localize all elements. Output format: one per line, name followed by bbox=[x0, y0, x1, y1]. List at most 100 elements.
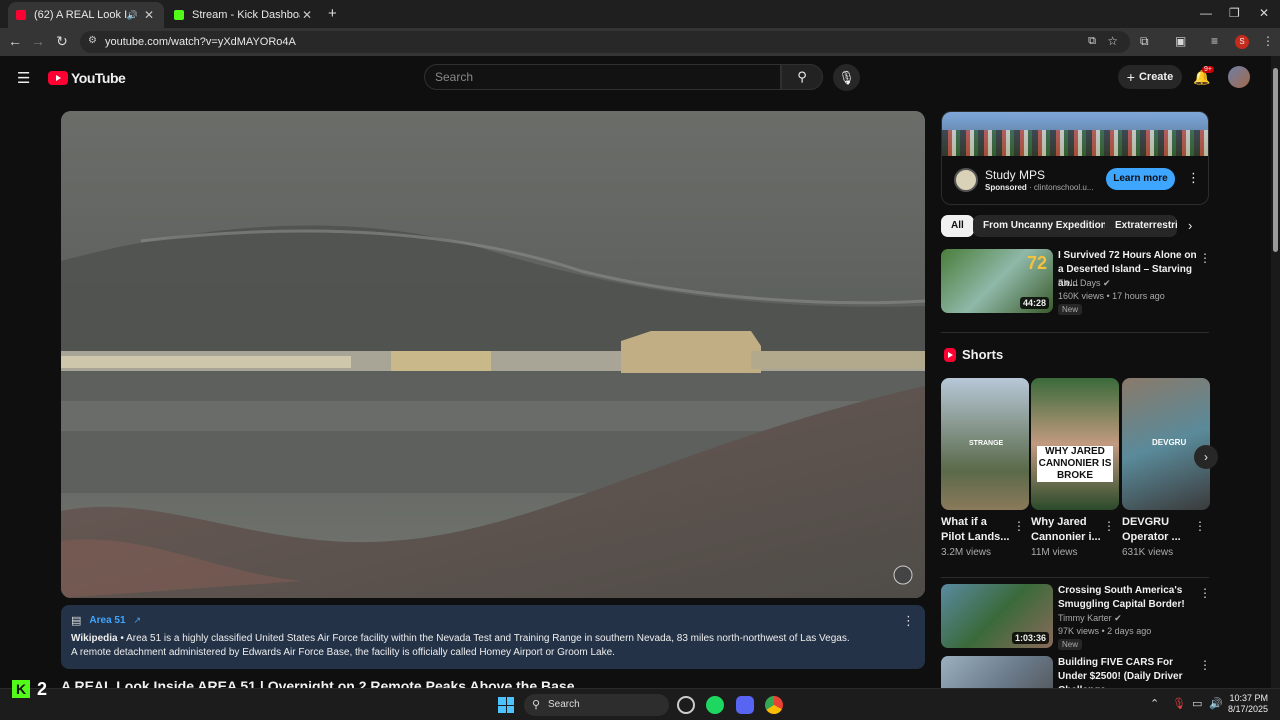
tab-title: Stream - Kick Dashboard bbox=[192, 9, 300, 21]
tab-kick[interactable]: Stream - Kick Dashboard ✕ bbox=[166, 2, 322, 28]
video-thumbnail bbox=[941, 656, 1053, 688]
more-icon[interactable]: ⋮ bbox=[1199, 586, 1211, 600]
divider bbox=[941, 332, 1209, 333]
hamburger-menu-icon[interactable]: ☰ bbox=[17, 69, 30, 87]
chevron-up-icon[interactable]: ⌃ bbox=[1150, 697, 1159, 710]
address-bar[interactable]: ⚙ youtube.com/watch?v=yXdMAYORo4A ⧉ ☆ bbox=[80, 31, 1130, 53]
list-item[interactable]: 72 44:28 I Survived 72 Hours Alone on a … bbox=[941, 249, 1211, 315]
kick-viewer-count: 2 bbox=[37, 679, 48, 699]
short-thumbnail[interactable]: STRANGE bbox=[941, 378, 1029, 510]
wiki-text-line1: • Area 51 is a highly classified United … bbox=[117, 633, 850, 644]
wiki-source: Wikipedia bbox=[71, 633, 118, 644]
create-button[interactable]: + Create bbox=[1118, 65, 1182, 89]
youtube-logo-text: YouTube bbox=[71, 70, 126, 86]
minimize-icon[interactable]: — bbox=[1200, 6, 1212, 20]
youtube-favicon-icon bbox=[16, 10, 26, 20]
ad-logo-icon bbox=[954, 168, 978, 192]
short-views: 3.2M views bbox=[941, 547, 992, 558]
youtube-header: ☰ YouTube Search ⚲ 🎙 + Create 🔔 9+ bbox=[0, 56, 1270, 100]
short-thumbnail[interactable]: DEVGRU bbox=[1122, 378, 1210, 510]
wikipedia-info-panel: ▤ Area 51 ↗ Wikipedia • Area 51 is a hig… bbox=[61, 605, 925, 669]
windows-start-icon[interactable] bbox=[498, 697, 514, 713]
shorts-heading: Shorts bbox=[944, 347, 1003, 362]
video-player[interactable] bbox=[61, 111, 925, 598]
scrollbar-thumb[interactable] bbox=[1273, 68, 1278, 252]
more-icon[interactable]: ⋮ bbox=[1199, 658, 1209, 672]
network-icon[interactable]: ▭ bbox=[1192, 697, 1202, 710]
media-control-icon[interactable]: ≡ bbox=[1211, 34, 1218, 48]
search-input[interactable]: Search bbox=[424, 64, 781, 90]
clock[interactable]: 10:37 PM 8/17/2025 bbox=[1226, 693, 1268, 715]
app-icon[interactable] bbox=[677, 696, 695, 714]
article-icon: ▤ bbox=[71, 614, 82, 627]
wiki-more-icon[interactable]: ⋮ bbox=[902, 613, 915, 629]
site-info-icon[interactable]: ⚙ bbox=[88, 35, 97, 46]
chevron-right-icon[interactable]: › bbox=[1188, 218, 1192, 233]
more-icon[interactable]: ⋮ bbox=[1194, 519, 1206, 533]
discord-icon[interactable] bbox=[736, 696, 754, 714]
volume-icon[interactable]: 🔊 bbox=[1209, 697, 1223, 710]
video-title: Building FIVE CARS For Under $2500! (Dai… bbox=[1058, 657, 1183, 688]
short-title: What if a Pilot Lands... bbox=[941, 516, 1010, 543]
wiki-link[interactable]: Area 51 bbox=[89, 615, 125, 626]
tab-title: (62) A REAL Look Inside AREA 51 bbox=[34, 9, 127, 21]
reload-icon[interactable]: ↻ bbox=[53, 33, 71, 50]
voice-search-button[interactable]: 🎙 bbox=[833, 64, 860, 91]
video-thumbnail: 72 44:28 bbox=[941, 249, 1053, 313]
short-title: DEVGRU Operator ... bbox=[1122, 516, 1181, 543]
duration-badge: 44:28 bbox=[1019, 297, 1049, 309]
forward-icon[interactable]: → bbox=[29, 33, 47, 49]
shorts-next-button[interactable]: › bbox=[1194, 445, 1218, 469]
back-icon[interactable]: ← bbox=[6, 33, 24, 49]
video-frame-area51 bbox=[61, 111, 925, 598]
youtube-logo[interactable]: YouTube bbox=[48, 70, 126, 86]
tab-youtube[interactable]: (62) A REAL Look Inside AREA 51 🔊 ✕ bbox=[8, 2, 164, 28]
list-item[interactable]: 1:03:36 Crossing South America's Smuggli… bbox=[941, 584, 1211, 650]
bookmark-star-icon[interactable]: ☆ bbox=[1107, 34, 1118, 48]
extensions-icon[interactable]: ⧉ bbox=[1140, 34, 1149, 49]
search-icon: ⚲ bbox=[532, 699, 541, 711]
taskbar-search[interactable]: ⚲ Search bbox=[524, 694, 669, 716]
ad-more-icon[interactable]: ⋮ bbox=[1187, 170, 1200, 186]
video-title: Crossing South America's Smuggling Capit… bbox=[1058, 585, 1185, 610]
chip-extraterrestrial[interactable]: Extraterrestrial bbox=[1105, 215, 1177, 237]
microphone-icon[interactable]: 🎙 bbox=[1172, 697, 1186, 710]
new-tab-button[interactable]: + bbox=[328, 5, 337, 22]
divider bbox=[941, 577, 1209, 578]
speaker-icon[interactable]: 🔊 bbox=[127, 10, 138, 21]
spotify-icon[interactable] bbox=[706, 696, 724, 714]
video-meta: 160K views • 17 hours ago bbox=[1058, 291, 1165, 301]
short-title: Why Jared Cannonier i... bbox=[1031, 516, 1101, 543]
sidebar-icon[interactable]: ▣ bbox=[1175, 34, 1186, 48]
account-avatar[interactable] bbox=[1228, 66, 1250, 88]
ad-domain: · clintonschool.u... bbox=[1026, 183, 1094, 192]
profile-avatar[interactable]: S bbox=[1235, 35, 1249, 49]
more-icon[interactable]: ⋮ bbox=[1103, 519, 1115, 533]
chip-all[interactable]: All bbox=[941, 215, 974, 237]
url-text: youtube.com/watch?v=yXdMAYORo4A bbox=[105, 36, 296, 48]
list-item[interactable]: Building FIVE CARS For Under $2500! (Dai… bbox=[941, 656, 1209, 688]
install-app-icon[interactable]: ⧉ bbox=[1088, 35, 1096, 48]
more-icon[interactable]: ⋮ bbox=[1013, 519, 1025, 533]
search-button[interactable]: ⚲ bbox=[781, 64, 823, 90]
chip-from-uncanny-expeditions[interactable]: From Uncanny Expeditions bbox=[973, 215, 1123, 237]
ad-banner-image bbox=[942, 112, 1208, 156]
duration-badge: 1:03:36 bbox=[1011, 632, 1049, 644]
close-tab-icon[interactable]: ✕ bbox=[300, 8, 314, 22]
chrome-icon[interactable] bbox=[765, 696, 783, 714]
new-badge: New bbox=[1058, 639, 1083, 650]
kick-logo-icon: K bbox=[12, 680, 30, 698]
close-tab-icon[interactable]: ✕ bbox=[142, 8, 156, 22]
more-icon[interactable]: ⋮ bbox=[1199, 251, 1211, 265]
short-thumbnail[interactable]: WHY JARED CANNONIER IS BROKE bbox=[1031, 378, 1119, 510]
menu-kebab-icon[interactable]: ⋮ bbox=[1262, 34, 1274, 48]
short-views: 11M views bbox=[1031, 547, 1078, 558]
ad-name: Study MPS bbox=[985, 168, 1046, 182]
learn-more-button[interactable]: Learn more bbox=[1106, 168, 1175, 190]
page-scrollbar[interactable] bbox=[1271, 56, 1280, 688]
youtube-play-logo-icon bbox=[48, 71, 68, 85]
external-link-icon[interactable]: ↗ bbox=[134, 615, 142, 626]
sponsored-ad[interactable]: Study MPS Sponsored · clintonschool.u...… bbox=[941, 111, 1209, 205]
close-window-icon[interactable]: ✕ bbox=[1259, 6, 1269, 20]
restore-icon[interactable]: ❐ bbox=[1229, 6, 1240, 20]
